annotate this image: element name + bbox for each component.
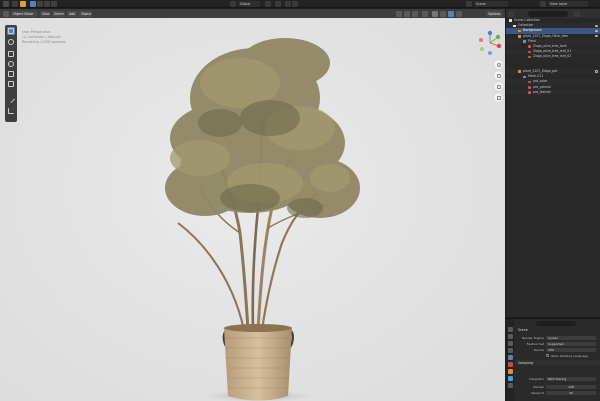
material-icon [528,55,531,59]
view-layer-tab-icon[interactable] [507,348,513,353]
mode-option-icon[interactable] [44,1,50,7]
tool-tab-icon[interactable] [507,327,513,332]
transform-orientation-select[interactable]: Global [238,1,260,7]
material-icon [528,91,531,94]
transform-icon[interactable] [230,1,236,7]
outliner-row-label: pot_texture [533,89,551,94]
outliner-panel: Scene Collection Collection Background p… [506,9,600,317]
filter-icon[interactable] [574,10,580,17]
scene-icon [466,1,472,7]
3d-viewport[interactable]: Object Mode View Select Add Object Optio… [0,9,505,401]
mesh-icon [523,40,526,43]
output-tab-icon[interactable] [507,341,513,346]
outliner-header [506,9,600,18]
collection-icon [513,24,516,28]
render-tab-icon[interactable] [507,334,513,339]
rendered-olive-tree-image [165,38,360,401]
rendered-shading-icon[interactable] [448,10,454,17]
material-icon [528,80,531,84]
visibility-icon[interactable] [396,10,402,17]
xray-icon[interactable] [422,10,428,17]
osl-checkbox[interactable] [546,354,549,357]
material-shading-icon[interactable] [440,10,446,17]
properties-section-title: Scene [518,328,528,332]
integrator-select[interactable]: Path Tracing [546,376,596,382]
solid-shading-icon[interactable] [432,10,438,17]
snap-icon[interactable] [275,1,281,7]
render-samples-label: Render [533,385,544,389]
viewport-header: Object Mode View Select Add Object Optio… [0,9,505,18]
properties-tabs [506,319,514,401]
eye-icon[interactable] [595,34,598,38]
editor-type-icon[interactable] [508,10,514,17]
material-icon [528,85,531,89]
mesh-icon [523,75,526,79]
render-engine-select[interactable]: Cycles [546,335,596,341]
play-icon[interactable] [20,1,26,7]
blender-logo-icon[interactable] [3,1,9,7]
mode-option-icon[interactable] [37,1,43,7]
viewport-samples-label: Viewport [530,391,544,395]
editor-type-icon[interactable] [12,1,18,7]
scene-tab-icon[interactable] [507,355,513,360]
view-layer-icon [540,1,546,7]
object-icon [518,29,521,33]
viewport-samples-field[interactable]: 32 [546,390,596,396]
menu-view[interactable]: View [40,10,50,17]
world-tab-icon[interactable] [507,362,513,367]
sampling-label: Sampling [518,360,533,365]
falloff-icon[interactable] [292,1,298,7]
osl-label: Open Shading Language [551,353,588,358]
properties-search-input[interactable] [536,320,576,326]
mode-select[interactable]: Object Mode [11,10,37,17]
material-icon [528,50,531,54]
shading-options-icon[interactable] [456,10,462,17]
menu-select[interactable]: Select [52,10,65,17]
eye-icon[interactable] [595,24,598,27]
view-layer-selector[interactable]: View Layer [548,1,588,7]
outliner-row[interactable]: Ziaga_olive_tree_leaf_02 [506,54,600,59]
outliner-search-input[interactable] [528,10,568,17]
gizmo-icon[interactable] [404,10,410,17]
menu-object[interactable]: Object [79,10,92,17]
object-icon [518,70,521,73]
collection-icon [509,19,512,22]
options-button[interactable]: Options [486,10,502,17]
feature-set-label: Feature Set [526,342,544,346]
menu-add[interactable]: Add [67,10,77,17]
device-select[interactable]: CPU [546,347,596,353]
eye-icon[interactable] [595,29,598,32]
feature-set-select[interactable]: Supported [546,341,596,347]
sampling-panel-header[interactable]: Sampling [514,360,600,365]
modifier-tab-icon[interactable] [507,376,513,381]
scene-selector[interactable]: Scene [474,1,508,7]
pivot-icon[interactable] [265,1,271,7]
object-icon [518,34,521,38]
material-icon [528,45,531,48]
integrator-label: Integrator [528,377,544,381]
physics-tab-icon[interactable] [507,383,513,388]
proportional-edit-icon[interactable] [285,1,291,7]
top-bar: Global Scene View Layer [0,0,600,8]
outliner-row-label: Ziaga_olive_tree_leaf_02 [533,54,572,59]
mode-option-icon[interactable] [51,1,57,7]
select-mode-icon[interactable] [30,1,36,7]
eye-icon[interactable] [595,70,598,73]
overlay-icon[interactable] [412,10,418,17]
object-tab-icon[interactable] [507,369,513,374]
properties-panel: Scene Render Engine Cycles Feature Set S… [506,318,600,401]
render-engine-label: Render Engine [522,336,544,340]
device-label: Device [533,348,544,352]
editor-type-icon[interactable] [3,10,9,17]
outliner-row[interactable]: pot_texture [506,89,600,95]
render-samples-field[interactable]: 128 [546,384,596,390]
